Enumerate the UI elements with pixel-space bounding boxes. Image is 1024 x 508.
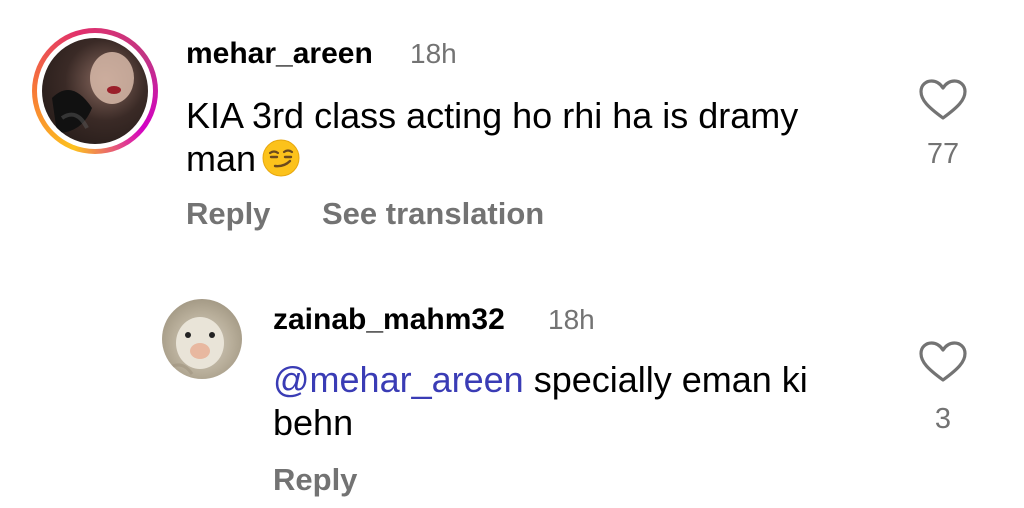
see-translation-button[interactable]: See translation [322,196,544,232]
comment-username[interactable]: zainab_mahm32 [273,302,505,338]
avatar[interactable] [162,299,242,379]
comment-item: mehar_areen 18h KIA 3rd class acting ho … [0,0,1024,250]
like-count: 3 [934,403,952,435]
like-button[interactable] [918,340,968,384]
comment-timestamp: 18h [548,304,595,335]
reply-button[interactable]: Reply [273,462,357,498]
comment-text: KIA 3rd class acting ho rhi ha is dramy … [186,94,826,186]
comment-timestamp: 18h [410,38,457,69]
avatar[interactable] [42,38,148,144]
reply-button[interactable]: Reply [186,196,270,232]
smirking-face-icon [262,139,300,186]
mention-link[interactable]: @mehar_areen [273,359,524,400]
comment-text: @mehar_areen specially eman ki behn [273,358,853,444]
comment-username[interactable]: mehar_areen [186,36,373,72]
avatar-image [52,52,134,133]
heart-icon [919,341,967,382]
like-count: 77 [926,138,960,170]
like-button[interactable] [918,78,968,122]
reply-comment-item: zainab_mahm32 18h @mehar_areen specially… [0,260,1024,508]
heart-icon [919,79,967,120]
avatar-image [166,317,224,375]
